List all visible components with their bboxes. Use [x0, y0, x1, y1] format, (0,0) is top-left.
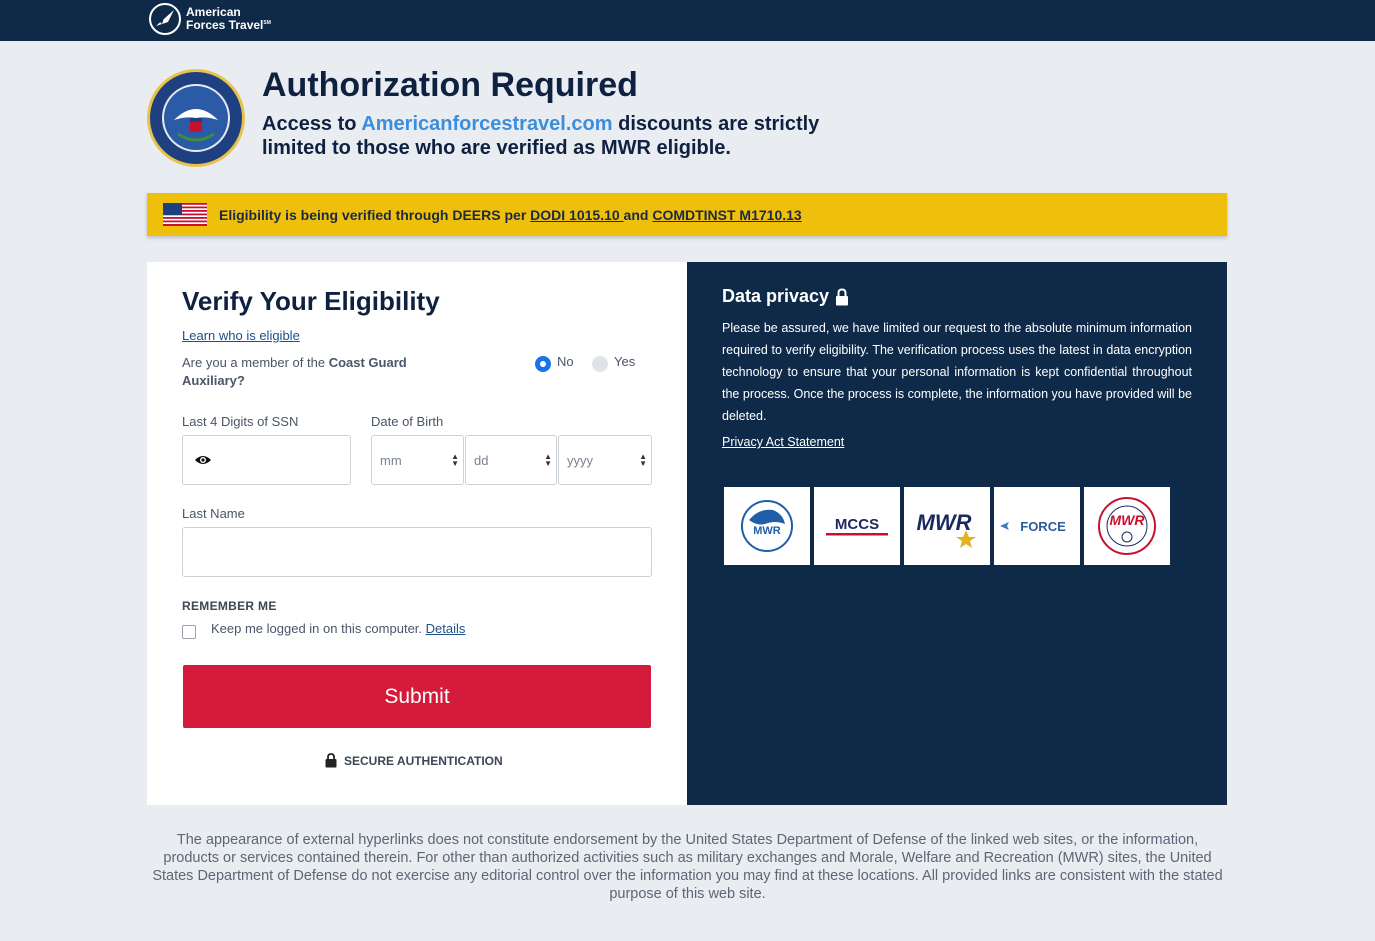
jet-logo-icon: [149, 3, 181, 35]
secure-authentication: SECURE AUTHENTICATION: [325, 753, 503, 768]
radio-yes-button[interactable]: [592, 356, 608, 372]
coast-guard-question: Are you a member of the Coast Guard Auxi…: [182, 355, 407, 388]
svg-text:FORCE: FORCE: [1020, 519, 1066, 534]
top-navbar: American Forces TravelSM: [0, 0, 1375, 41]
comdtinst-link[interactable]: COMDTINST M1710.13: [652, 207, 801, 223]
dodi-link[interactable]: DODI 1015.10: [530, 207, 623, 223]
remember-me-heading: REMEMBER ME: [182, 599, 277, 613]
page-title: Authorization Required: [262, 66, 638, 104]
dob-day-value: dd: [474, 452, 489, 468]
page-subtitle: Access to Americanforcestravel.com disco…: [262, 113, 820, 159]
privacy-title: Data privacy: [722, 286, 849, 307]
brand-name: American Forces TravelSM: [186, 5, 271, 32]
dob-month-value: mm: [380, 452, 402, 468]
svg-text:MWR: MWR: [753, 525, 781, 537]
select-arrows-icon: ▲ ▼: [639, 452, 647, 468]
ssn-input[interactable]: [182, 435, 351, 485]
lock-icon: [836, 287, 849, 305]
learn-eligible-link[interactable]: Learn who is eligible: [182, 328, 300, 343]
submit-button[interactable]: Submit: [183, 665, 651, 728]
svg-text:MCCS: MCCS: [835, 516, 879, 533]
svg-text:MWR: MWR: [917, 510, 972, 535]
mwr-logos-row: MWR MCCS MWR FORCE MWR: [724, 487, 1170, 565]
coast-guard-mwr-logo[interactable]: MWR: [1084, 487, 1170, 565]
lastname-label: Last Name: [182, 506, 245, 521]
radio-yes[interactable]: Yes: [592, 353, 636, 372]
remember-me-checkbox[interactable]: [182, 625, 196, 639]
details-link[interactable]: Details: [426, 621, 466, 636]
army-mwr-globe-icon: MWR: [741, 500, 793, 552]
mwr-star-icon: MWR: [917, 510, 976, 548]
dob-label: Date of Birth: [371, 414, 444, 429]
lastname-input[interactable]: [182, 527, 652, 577]
select-arrows-icon: ▲ ▼: [451, 452, 459, 468]
radio-yes-label: Yes: [614, 353, 636, 369]
eye-icon[interactable]: [195, 453, 211, 467]
mwr-army-logo[interactable]: MWR: [904, 487, 990, 565]
air-force-force-logo[interactable]: FORCE: [994, 487, 1080, 565]
radio-no-label: No: [557, 353, 574, 369]
lock-icon: [325, 753, 337, 768]
dod-seal-icon: [147, 69, 245, 167]
form-title: Verify Your Eligibility: [182, 286, 440, 316]
deers-banner: Eligibility is being verified through DE…: [147, 193, 1227, 236]
select-arrows-icon: ▲ ▼: [544, 452, 552, 468]
site-link[interactable]: Americanforcestravel.com: [361, 113, 612, 135]
data-privacy-panel: Data privacy Please be assured, we have …: [687, 262, 1227, 805]
force-icon: FORCE: [1000, 519, 1066, 534]
dob-month-select[interactable]: mm ▲ ▼: [371, 435, 464, 485]
secure-label: SECURE AUTHENTICATION: [344, 753, 503, 768]
radio-no-button[interactable]: [535, 356, 551, 372]
footer-disclaimer: The appearance of external hyperlinks do…: [152, 832, 1223, 902]
verify-form-card: Verify Your Eligibility Learn who is eli…: [147, 262, 687, 805]
radio-no[interactable]: No: [535, 353, 574, 372]
us-flag-icon: [163, 203, 207, 226]
coast-guard-mwr-icon: MWR: [1098, 497, 1156, 555]
dob-day-select[interactable]: dd ▲ ▼: [465, 435, 557, 485]
ssn-label: Last 4 Digits of SSN: [182, 414, 299, 429]
dob-year-select[interactable]: yyyy ▲ ▼: [558, 435, 652, 485]
mccs-icon: MCCS: [826, 516, 888, 536]
us-army-mwr-logo[interactable]: MWR: [724, 487, 810, 565]
svg-text:MWR: MWR: [1110, 512, 1146, 528]
mccs-logo[interactable]: MCCS: [814, 487, 900, 565]
brand-logo[interactable]: American Forces TravelSM: [148, 2, 271, 36]
privacy-act-link[interactable]: Privacy Act Statement: [722, 435, 844, 449]
dob-year-value: yyyy: [567, 452, 593, 468]
remember-me-text: Keep me logged in on this computer. Deta…: [211, 621, 466, 636]
privacy-body: Please be assured, we have limited our r…: [722, 321, 1192, 423]
banner-text: Eligibility is being verified through DE…: [219, 206, 802, 223]
